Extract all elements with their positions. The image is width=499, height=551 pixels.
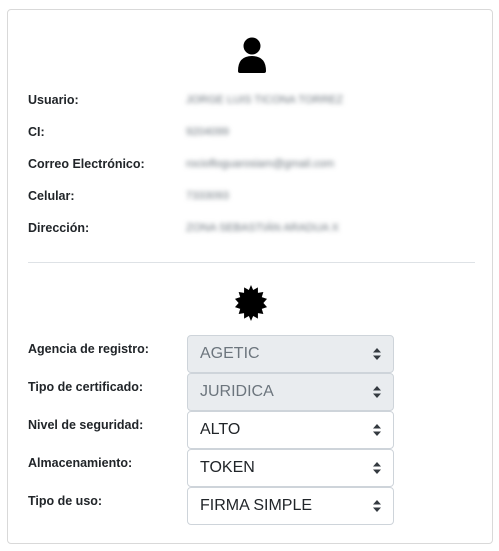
info-row-correo: Correo Electrónico: rociofloguarosiam@gm… [28, 154, 478, 174]
info-row-ci: CI: 9204099 [28, 122, 478, 142]
value-celular: 7333093 [186, 190, 229, 202]
label-tipo-uso: Tipo de uso: [28, 494, 103, 508]
almacenamiento-select[interactable]: TOKEN [187, 449, 394, 487]
label-tipo-certificado: Tipo de certificado: [28, 380, 144, 394]
nivel-seguridad-value: ALTO [200, 421, 241, 438]
almacenamiento-value: TOKEN [200, 459, 255, 476]
label-correo: Correo Electrónico: [28, 157, 145, 171]
sort-caret-icon [373, 424, 381, 436]
form-row-almacenamiento: Almacenamiento: TOKEN [28, 449, 478, 487]
label-direccion: Dirección: [28, 221, 90, 235]
sort-caret-icon [373, 500, 381, 512]
nivel-seguridad-select[interactable]: ALTO [187, 411, 394, 449]
tipo-uso-value: FIRMA SIMPLE [200, 497, 313, 514]
sort-caret-icon [373, 462, 381, 474]
section-divider [28, 262, 475, 263]
value-ci: 9204099 [186, 126, 229, 138]
tipo-certificado-value: JURIDICA [200, 383, 274, 400]
label-ci: CI: [28, 125, 45, 139]
value-direccion: ZONA SEBASTIÁN ARADUA X [186, 222, 339, 234]
label-almacenamiento: Almacenamiento: [28, 456, 133, 470]
sort-caret-icon [373, 348, 381, 360]
tipo-uso-select[interactable]: FIRMA SIMPLE [187, 487, 394, 525]
agencia-registro-select[interactable]: AGETIC [187, 335, 394, 373]
sort-caret-icon [373, 386, 381, 398]
form-row-tipo-uso: Tipo de uso: FIRMA SIMPLE [28, 487, 478, 525]
info-row-celular: Celular: 7333093 [28, 186, 478, 206]
form-row-nivel-seguridad: Nivel de seguridad: ALTO [28, 411, 478, 449]
tipo-certificado-select[interactable]: JURIDICA [187, 373, 394, 411]
certificate-seal-icon [234, 285, 268, 321]
label-agencia-registro: Agencia de registro: [28, 342, 149, 356]
user-certificate-card: Usuario: JORGE LUIS TICONA TORREZ CI: 92… [7, 9, 493, 544]
info-row-direccion: Dirección: ZONA SEBASTIÁN ARADUA X [28, 218, 478, 238]
info-row-usuario: Usuario: JORGE LUIS TICONA TORREZ [28, 90, 478, 110]
label-usuario: Usuario: [28, 93, 79, 107]
label-celular: Celular: [28, 189, 75, 203]
label-nivel-seguridad: Nivel de seguridad: [28, 418, 144, 432]
form-row-agencia: Agencia de registro: AGETIC [28, 335, 478, 373]
form-row-tipo-certificado: Tipo de certificado: JURIDICA [28, 373, 478, 411]
agencia-registro-value: AGETIC [200, 345, 260, 362]
value-correo: rociofloguarosiam@gmail.com [186, 158, 335, 170]
user-icon [238, 37, 266, 73]
value-usuario: JORGE LUIS TICONA TORREZ [186, 94, 344, 106]
